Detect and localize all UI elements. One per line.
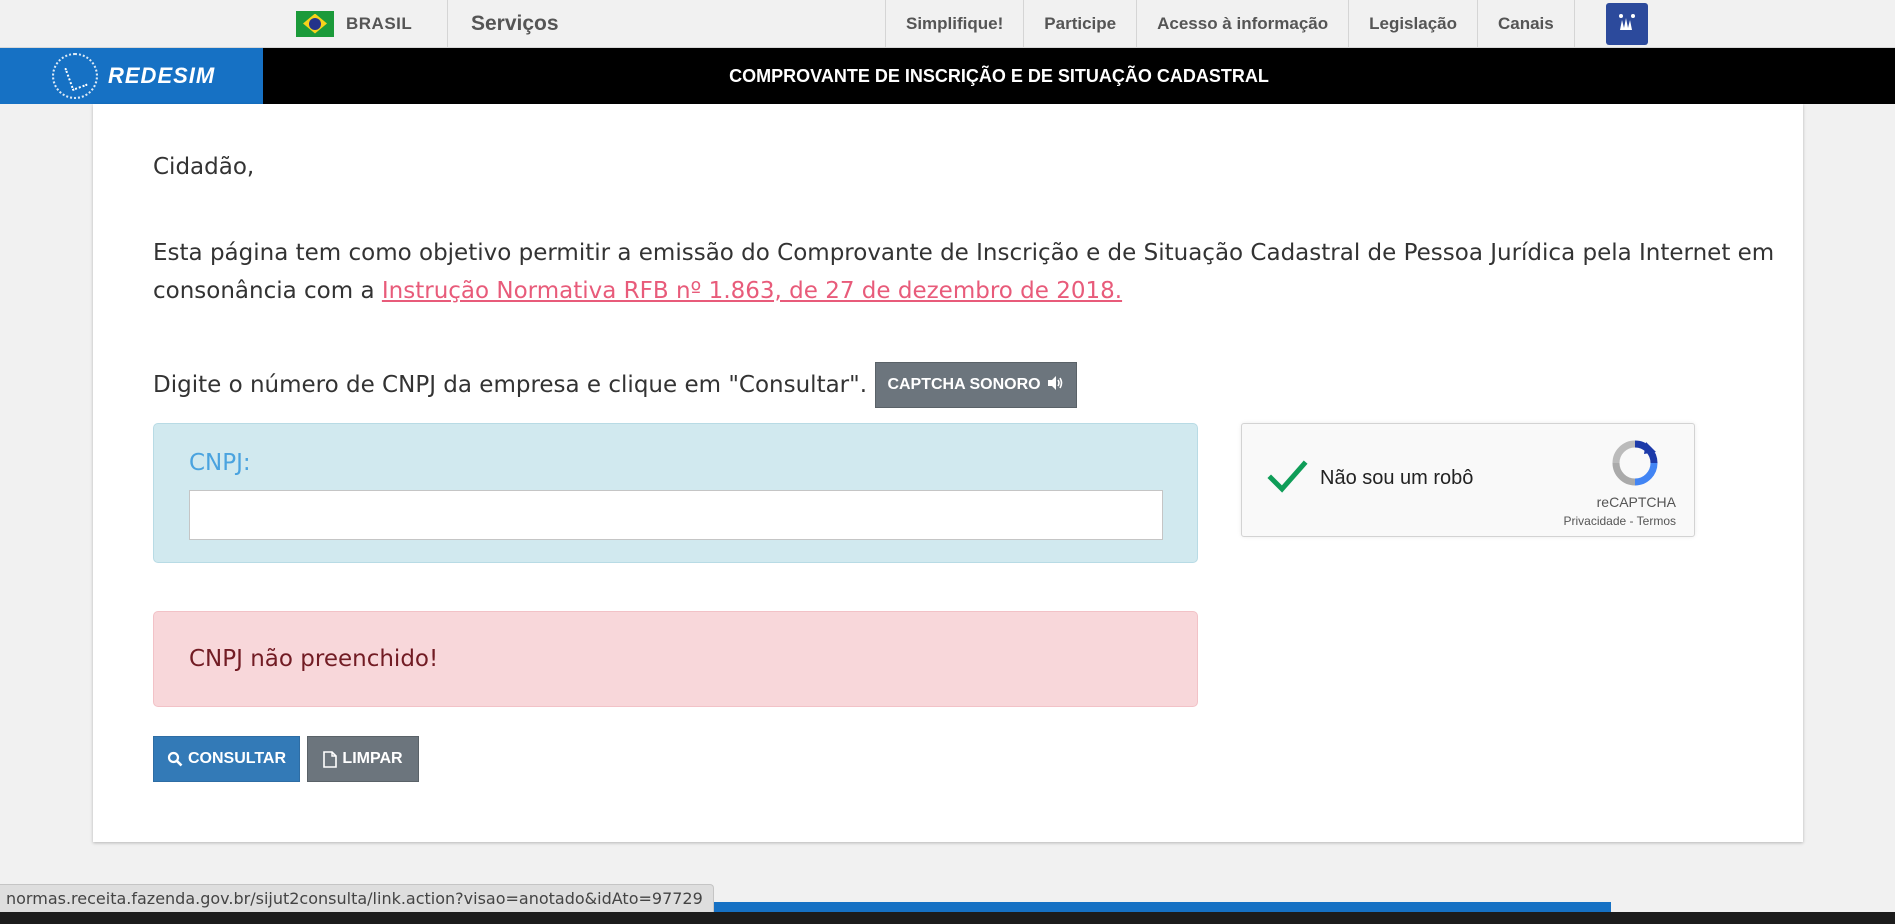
instruction-text: Digite o número de CNPJ da empresa e cli… xyxy=(153,372,868,398)
gov-link-canais[interactable]: Canais xyxy=(1476,0,1575,47)
checkmark-icon[interactable] xyxy=(1266,456,1308,498)
instruction-row: Digite o número de CNPJ da empresa e cli… xyxy=(153,362,1078,408)
gov-link-simplifique[interactable]: Simplifique! xyxy=(885,0,1023,47)
search-icon xyxy=(167,751,183,767)
hands-icon[interactable] xyxy=(1606,3,1648,45)
recaptcha-logo-icon xyxy=(1612,440,1658,486)
captcha-audio-label: CAPTCHA SONORO xyxy=(887,376,1041,393)
limpar-button[interactable]: LIMPAR xyxy=(307,736,419,782)
recaptcha-label: Não sou um robô xyxy=(1320,467,1474,489)
recaptcha-terms-link[interactable]: Termos xyxy=(1637,514,1676,528)
error-alert: CNPJ não preenchido! xyxy=(153,611,1198,707)
recaptcha-privacy-link[interactable]: Privacidade xyxy=(1564,514,1627,528)
recaptcha-links: Privacidade - Termos xyxy=(1564,514,1677,528)
recaptcha-brand: reCAPTCHA xyxy=(1596,494,1676,510)
gov-services-link[interactable]: Serviços xyxy=(471,0,559,47)
consultar-label: CONSULTAR xyxy=(187,750,287,767)
captcha-audio-button[interactable]: CAPTCHA SONORO xyxy=(875,362,1078,408)
cnpj-input[interactable] xyxy=(189,490,1163,540)
globe-icon xyxy=(52,53,98,99)
gov-links: Simplifique! Participe Acesso à informaç… xyxy=(885,0,1575,47)
intro-paragraph: Esta página tem como objetivo permitir a… xyxy=(153,234,1793,310)
redesim-header: REDESIM COMPROVANTE DE INSCRIÇÃO E DE SI… xyxy=(0,48,1895,104)
gov-link-legislacao[interactable]: Legislação xyxy=(1348,0,1477,47)
gov-link-acesso-informacao[interactable]: Acesso à informação xyxy=(1136,0,1348,47)
instrucao-normativa-link[interactable]: Instrução Normativa RFB nº 1.863, de 27 … xyxy=(382,278,1122,304)
action-buttons: CONSULTAR LIMPAR xyxy=(153,736,426,782)
bottom-strip xyxy=(0,912,1895,924)
file-icon xyxy=(323,750,338,768)
footer-blue-band xyxy=(690,902,1611,912)
redesim-logo[interactable]: REDESIM xyxy=(0,48,263,104)
gov-brasil-label: BRASIL xyxy=(346,13,413,33)
gov-brasil-link[interactable]: BRASIL xyxy=(284,0,448,47)
page-title: COMPROVANTE DE INSCRIÇÃO E DE SITUAÇÃO C… xyxy=(729,65,1269,86)
speaker-icon xyxy=(1047,375,1065,396)
gov-top-bar: BRASIL Serviços Simplifique! Participe A… xyxy=(0,0,1895,48)
redesim-logo-text: REDESIM xyxy=(108,63,216,88)
cnpj-form-box: CNPJ: xyxy=(153,423,1198,563)
recaptcha-widget: Não sou um robô reCAPTCHA Privacidade - … xyxy=(1241,423,1695,537)
brazil-flag-icon xyxy=(296,10,334,37)
content-panel: Cidadão, Esta página tem como objetivo p… xyxy=(93,104,1803,842)
recaptcha-separator: - xyxy=(1626,514,1637,528)
greeting: Cidadão, xyxy=(153,154,255,180)
browser-status-url: normas.receita.fazenda.gov.br/sijut2cons… xyxy=(0,884,714,912)
limpar-label: LIMPAR xyxy=(342,750,403,767)
cnpj-label: CNPJ: xyxy=(189,450,251,476)
consultar-button[interactable]: CONSULTAR xyxy=(153,736,300,782)
gov-link-participe[interactable]: Participe xyxy=(1023,0,1136,47)
